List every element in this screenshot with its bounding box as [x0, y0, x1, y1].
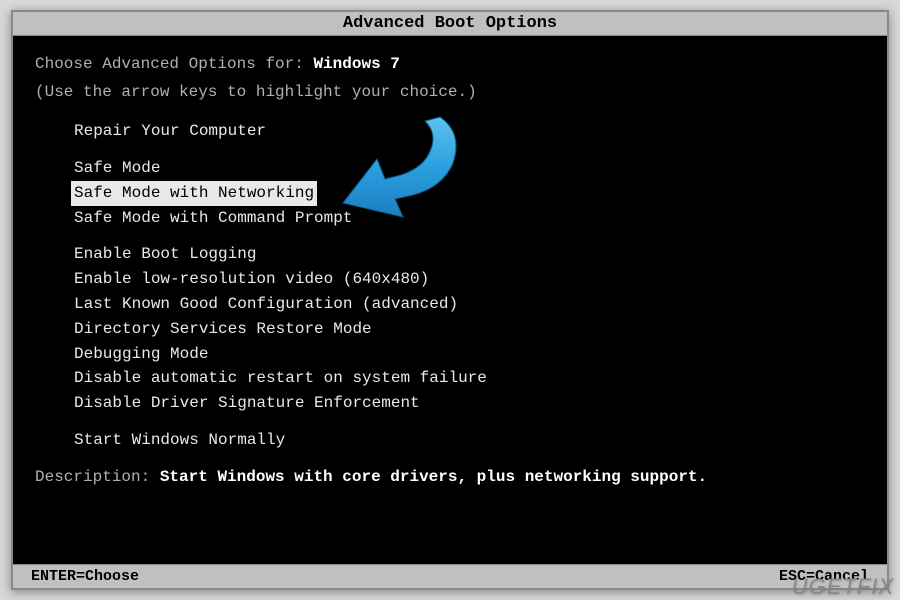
prompt-text: Choose Advanced Options for: — [35, 55, 304, 73]
menu-item-boot-logging[interactable]: Enable Boot Logging — [71, 242, 259, 267]
menu-group-normal: Start Windows Normally — [71, 428, 865, 453]
description-label: Description: — [35, 468, 150, 486]
instruction-text: (Use the arrow keys to highlight your ch… — [35, 80, 865, 106]
footer-bar: ENTER=Choose ESC=Cancel — [13, 564, 887, 588]
menu-item-lkgc[interactable]: Last Known Good Configuration (advanced) — [71, 292, 461, 317]
footer-esc: ESC=Cancel — [779, 568, 869, 585]
menu-group-advanced: Enable Boot Logging Enable low-resolutio… — [71, 242, 865, 416]
footer-enter: ENTER=Choose — [31, 568, 139, 585]
menu-item-safe-mode-cmd[interactable]: Safe Mode with Command Prompt — [71, 206, 355, 231]
menu-item-debugging[interactable]: Debugging Mode — [71, 342, 211, 367]
menu-group-repair: Repair Your Computer — [71, 119, 865, 144]
menu-item-repair[interactable]: Repair Your Computer — [71, 119, 269, 144]
boot-options-window: Advanced Boot Options Choose Advanced Op… — [11, 10, 889, 590]
menu-item-low-res[interactable]: Enable low-resolution video (640x480) — [71, 267, 432, 292]
menu-item-safe-mode[interactable]: Safe Mode — [71, 156, 163, 181]
content-area: Choose Advanced Options for: Windows 7 (… — [13, 36, 887, 498]
os-name: Windows 7 — [313, 55, 399, 73]
prompt-line: Choose Advanced Options for: Windows 7 — [35, 52, 865, 78]
title-bar: Advanced Boot Options — [13, 12, 887, 36]
menu-item-dsrm[interactable]: Directory Services Restore Mode — [71, 317, 375, 342]
menu-group-safemode: Safe Mode Safe Mode with Networking Safe… — [71, 156, 865, 230]
menu-item-start-normal[interactable]: Start Windows Normally — [71, 428, 288, 453]
menu-item-disable-restart[interactable]: Disable automatic restart on system fail… — [71, 366, 490, 391]
menu-item-safe-mode-networking[interactable]: Safe Mode with Networking — [71, 181, 317, 206]
menu-item-disable-sig[interactable]: Disable Driver Signature Enforcement — [71, 391, 423, 416]
description-text: Start Windows with core drivers, plus ne… — [160, 468, 707, 486]
description-line: Description: Start Windows with core dri… — [35, 465, 865, 491]
window-title: Advanced Boot Options — [343, 14, 557, 33]
